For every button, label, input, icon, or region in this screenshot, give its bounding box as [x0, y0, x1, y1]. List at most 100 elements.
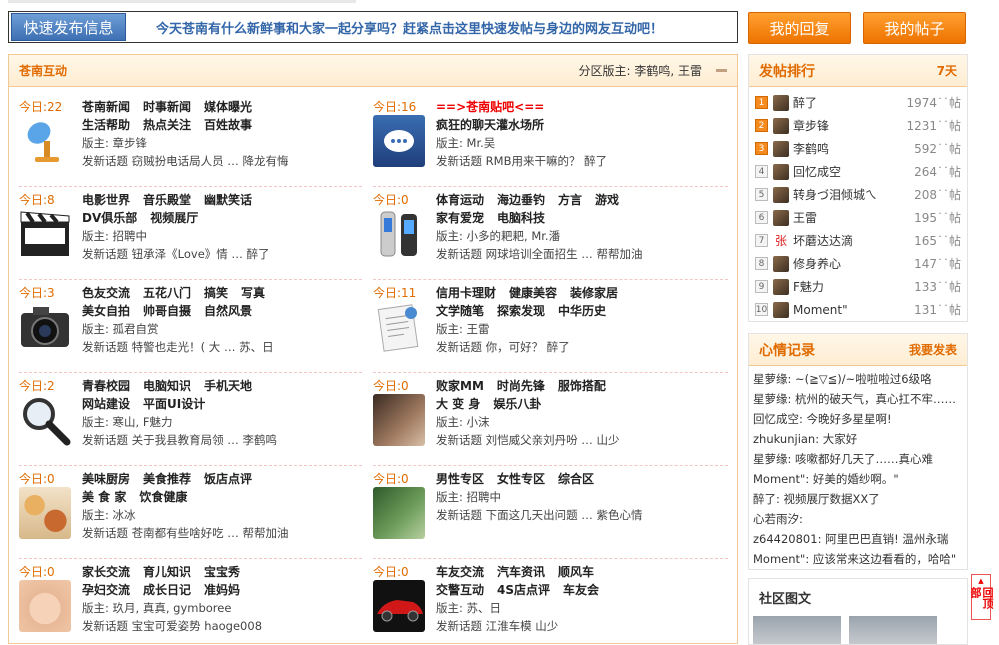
subforum-link[interactable]: 美 食 家 [82, 490, 126, 504]
mood-item[interactable]: 星萝缘: 咳嗽都好几天了……真心难 [753, 449, 963, 469]
subforum-link[interactable]: 汽车资讯 [497, 565, 545, 579]
subforum-link[interactable]: 手机天地 [204, 379, 252, 393]
subforum-link[interactable]: 电脑知识 [143, 379, 191, 393]
ranking-username[interactable]: 王雷 [793, 209, 817, 226]
forum-latest-topic[interactable]: 发新话题 刘恺威父亲刘丹吩 … 山少 [436, 431, 726, 449]
gallery-thumbnail[interactable] [753, 616, 841, 644]
subforum-link[interactable]: 车友交流 [436, 565, 484, 579]
ranking-item[interactable]: 3 李鹤鸣 592˙˙帖 [749, 137, 967, 160]
subforum-link[interactable]: 青春校园 [82, 379, 130, 393]
fashion-photo-icon[interactable] [373, 394, 425, 446]
subforum-link[interactable]: 媒体曝光 [204, 100, 252, 114]
subforum-link[interactable]: 海边垂钓 [497, 193, 545, 207]
avatar[interactable] [773, 301, 789, 318]
avatar[interactable]: 张 [773, 232, 789, 249]
forum-latest-topic[interactable]: 发新话题 你，可好？ 醉了 [436, 338, 726, 356]
forum-latest-topic[interactable]: 发新话题 钮承泽《Love》情 … 醉了 [82, 245, 372, 263]
forum-latest-topic[interactable]: 发新话题 江淮车模 山少 [436, 617, 726, 635]
subforum-link[interactable]: 4S店点评 [497, 583, 550, 597]
subforum-link[interactable]: 车友会 [563, 583, 599, 597]
ranking-item[interactable]: 9 F魅力 133˙˙帖 [749, 275, 967, 298]
mood-item[interactable]: 心若雨汐: [753, 509, 963, 529]
post-mood-link[interactable]: 我要发表 [909, 341, 957, 358]
camera-icon[interactable] [19, 301, 71, 353]
mood-item[interactable]: 醉了: 视频展厅数据XX了 [753, 489, 963, 509]
subforum-link[interactable]: 幽默笑话 [204, 193, 252, 207]
avatar[interactable] [773, 186, 789, 203]
ranking-username[interactable]: 醉了 [793, 94, 817, 111]
subforum-link[interactable]: 游戏 [595, 193, 619, 207]
my-replies-button[interactable]: 我的回复 [748, 12, 851, 44]
subforum-link[interactable]: 健康美容 [509, 286, 557, 300]
subforum-link[interactable]: 文学随笔 [436, 304, 484, 318]
subforum-link[interactable]: 饭店点评 [204, 472, 252, 486]
subforum-link[interactable]: 探索发现 [497, 304, 545, 318]
subforum-link[interactable]: 美食推荐 [143, 472, 191, 486]
ranking-item[interactable]: 4 回忆成空 264˙˙帖 [749, 160, 967, 183]
subforum-link[interactable]: 电脑科技 [497, 211, 545, 225]
subforum-link[interactable]: 搞笑 [204, 286, 228, 300]
ranking-username[interactable]: Moment" [793, 303, 848, 317]
ranking-username[interactable]: 李鹤鸣 [793, 140, 829, 157]
document-icon[interactable] [373, 301, 425, 353]
subforum-link[interactable]: 苍南新闻 [82, 100, 130, 114]
avatar[interactable] [773, 209, 789, 226]
subforum-link[interactable]: 交警互动 [436, 583, 484, 597]
clapperboard-icon[interactable] [19, 208, 71, 260]
food-icon[interactable] [19, 487, 71, 539]
avatar[interactable] [773, 94, 789, 111]
subforum-link[interactable]: 成长日记 [143, 583, 191, 597]
car-photo-icon[interactable] [373, 580, 425, 632]
subforum-link[interactable]: 美味厨房 [82, 472, 130, 486]
ranking-item[interactable]: 6 王雷 195˙˙帖 [749, 206, 967, 229]
ranking-username[interactable]: F魅力 [793, 278, 824, 295]
subforum-link[interactable]: 帅哥自摄 [143, 304, 191, 318]
quick-post-button[interactable]: 快速发布信息 [11, 13, 126, 41]
forum-latest-topic[interactable]: 发新话题 特警也走光！( 大 … 苏、日 [82, 338, 372, 356]
gallery-thumbnail[interactable] [849, 616, 937, 644]
subforum-link[interactable]: DV俱乐部 [82, 211, 137, 225]
subforum-link[interactable]: 五花八门 [143, 286, 191, 300]
ranking-item[interactable]: 8 修身养心 147˙˙帖 [749, 252, 967, 275]
subforum-link[interactable]: 色友交流 [82, 286, 130, 300]
mood-item[interactable]: z64420801: 阿里巴巴直销! 温州永瑞 [753, 529, 963, 549]
forum-latest-topic[interactable]: 发新话题 苍南都有些啥好吃 … 帮帮加油 [82, 524, 372, 542]
mood-item[interactable]: 回忆成空: 今晚好多星星啊! [753, 409, 963, 429]
subforum-link[interactable]: ==>苍南贴吧<== [436, 100, 544, 114]
subforum-link[interactable]: 平面UI设计 [143, 397, 205, 411]
subforum-link[interactable]: 孕妇交流 [82, 583, 130, 597]
back-to-top-button[interactable]: ▲ 回顶部 [969, 574, 994, 620]
subforum-link[interactable]: 顺风车 [558, 565, 594, 579]
avatar[interactable] [773, 255, 789, 272]
quick-post-bar[interactable]: 快速发布信息 今天苍南有什么新鲜事和大家一起分享吗？赶紧点击这里快速发帖与身边的… [8, 11, 738, 43]
subforum-link[interactable]: 中华历史 [558, 304, 606, 318]
subforum-link[interactable]: 信用卡理财 [436, 286, 496, 300]
subforum-link[interactable]: 装修家居 [570, 286, 618, 300]
ranking-username[interactable]: 坏蘑达达滴 [793, 232, 853, 249]
subforum-link[interactable]: 电影世界 [82, 193, 130, 207]
mood-item[interactable]: Moment": 好美的婚纱啊。" [753, 469, 963, 489]
ranking-item[interactable]: 5 转身づ泪倾城ㄟ 208˙˙帖 [749, 183, 967, 206]
subforum-link[interactable]: 女性专区 [497, 472, 545, 486]
subforum-link[interactable]: 百姓故事 [204, 118, 252, 132]
baby-photo-icon[interactable] [19, 580, 71, 632]
avatar[interactable] [773, 278, 789, 295]
forum-latest-topic[interactable]: 发新话题 下面这几天出问题 … 紫色心情 [436, 506, 726, 524]
subforum-link[interactable]: 视频展厅 [150, 211, 198, 225]
mood-item[interactable]: 星萝缘: ~(≧▽≦)/~啦啦啦过6级咯 [753, 369, 963, 389]
ranking-username[interactable]: 回忆成空 [793, 163, 841, 180]
ranking-item[interactable]: 2 章步锋 1231˙˙帖 [749, 114, 967, 137]
my-posts-button[interactable]: 我的帖子 [863, 12, 966, 44]
subforum-link[interactable]: 宝宝秀 [204, 565, 240, 579]
ranking-username[interactable]: 修身养心 [793, 255, 841, 272]
mp3-player-icon[interactable] [373, 208, 425, 260]
couple-photo-icon[interactable] [373, 487, 425, 539]
collapse-icon[interactable] [716, 69, 727, 72]
subforum-link[interactable]: 生活帮助 [82, 118, 130, 132]
subforum-link[interactable]: 家有爱宠 [436, 211, 484, 225]
subforum-link[interactable]: 疯狂的聊天灌水场所 [436, 118, 544, 132]
subforum-link[interactable]: 男性专区 [436, 472, 484, 486]
magnifier-icon[interactable] [19, 394, 71, 446]
subforum-link[interactable]: 时尚先锋 [497, 379, 545, 393]
subforum-link[interactable]: 时事新闻 [143, 100, 191, 114]
